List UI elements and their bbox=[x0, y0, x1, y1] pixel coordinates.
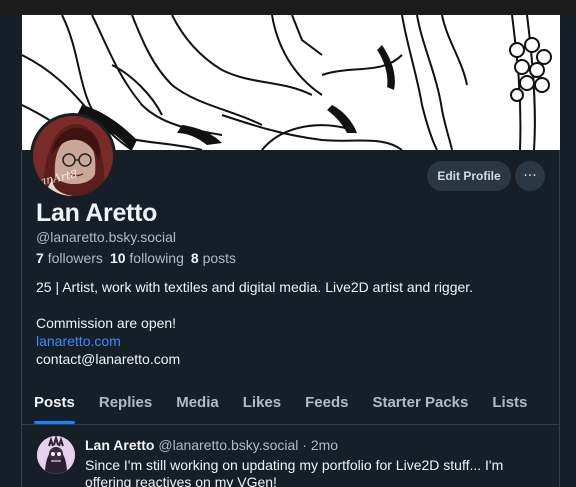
following-count: 10 bbox=[109, 250, 126, 266]
tab-posts[interactable]: Posts bbox=[22, 390, 87, 424]
followers-stat[interactable]: 7 followers bbox=[36, 250, 103, 266]
post-timestamp[interactable]: · 2mo bbox=[302, 437, 338, 453]
bio-line-commissions: Commission are open! bbox=[36, 315, 177, 331]
content-border-left bbox=[21, 150, 22, 487]
tab-lists[interactable]: Lists bbox=[480, 390, 539, 424]
bio-spacer bbox=[36, 296, 473, 314]
bio-line-description: 25 | Artist, work with textiles and digi… bbox=[36, 279, 474, 295]
avatar-portrait: lanArt8 bbox=[33, 116, 113, 196]
bio-website-link[interactable]: lanaretto.com bbox=[36, 332, 473, 350]
followers-count: 7 bbox=[36, 250, 44, 266]
profile-handle: @lanaretto.bsky.social bbox=[36, 229, 177, 245]
following-label: following bbox=[129, 250, 184, 266]
profile-avatar[interactable]: lanArt8 bbox=[30, 113, 116, 199]
tab-starter-packs[interactable]: Starter Packs bbox=[360, 390, 480, 424]
post-author-name[interactable]: Lan Aretto bbox=[85, 437, 154, 453]
post-avatar-art bbox=[37, 436, 75, 474]
posts-stat: 8 posts bbox=[191, 250, 236, 266]
profile-display-name: Lan Aretto bbox=[36, 199, 158, 227]
followers-label: followers bbox=[47, 250, 103, 266]
window-top-strip bbox=[0, 0, 576, 15]
tab-likes[interactable]: Likes bbox=[231, 390, 293, 424]
posts-label: posts bbox=[202, 250, 237, 266]
tab-replies[interactable]: Replies bbox=[87, 390, 164, 424]
tab-media[interactable]: Media bbox=[164, 390, 231, 424]
profile-bio: 25 | Artist, work with textiles and digi… bbox=[36, 278, 473, 368]
left-margin bbox=[0, 15, 22, 487]
following-stat[interactable]: 10 following bbox=[110, 250, 184, 266]
tab-feeds[interactable]: Feeds bbox=[293, 390, 360, 424]
post-author-handle[interactable]: @lanaretto.bsky.social bbox=[158, 437, 298, 453]
more-options-button[interactable]: ··· bbox=[515, 161, 545, 191]
profile-tabs: Posts Replies Media Likes Feeds Starter … bbox=[22, 390, 559, 424]
content-border-right bbox=[559, 150, 560, 487]
posts-count: 8 bbox=[190, 250, 199, 266]
bio-email: contact@lanaretto.com bbox=[36, 351, 181, 367]
profile-stats: 7 followers 10 following 8 posts bbox=[36, 250, 236, 266]
tabs-divider bbox=[22, 424, 559, 425]
post-header: Lan Aretto @lanaretto.bsky.social · 2mo bbox=[85, 437, 338, 453]
post-body: Since I'm still working on updating my p… bbox=[85, 457, 504, 487]
edit-profile-button[interactable]: Edit Profile bbox=[427, 161, 511, 191]
post-author-avatar[interactable] bbox=[37, 436, 75, 474]
